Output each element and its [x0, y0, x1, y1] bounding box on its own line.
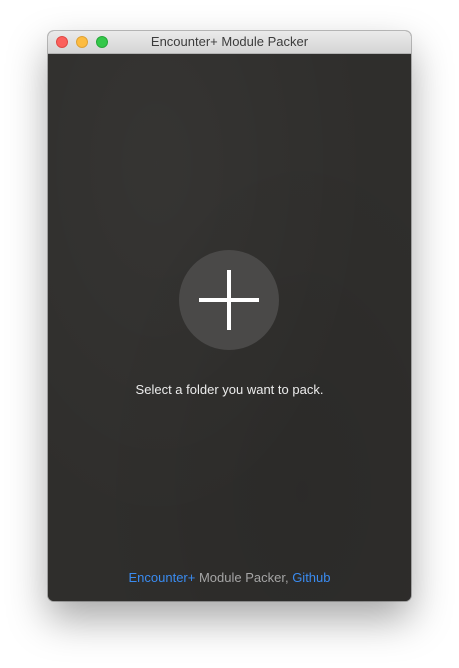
zoom-window-button[interactable] — [96, 36, 108, 48]
footer: Encounter+ Module Packer, Github — [48, 570, 411, 585]
app-window: Encounter+ Module Packer Select a folder… — [48, 31, 411, 601]
footer-text: Module Packer, — [195, 570, 293, 585]
add-folder-button[interactable] — [179, 250, 279, 350]
main-content: Select a folder you want to pack. Encoun… — [48, 54, 411, 601]
plus-icon-vertical — [227, 270, 231, 330]
github-link[interactable]: Github — [292, 570, 330, 585]
close-window-button[interactable] — [56, 36, 68, 48]
minimize-window-button[interactable] — [76, 36, 88, 48]
title-bar[interactable]: Encounter+ Module Packer — [48, 31, 411, 54]
select-folder-prompt: Select a folder you want to pack. — [135, 382, 324, 397]
encounter-plus-link[interactable]: Encounter+ — [129, 570, 196, 585]
window-title: Encounter+ Module Packer — [150, 34, 309, 49]
